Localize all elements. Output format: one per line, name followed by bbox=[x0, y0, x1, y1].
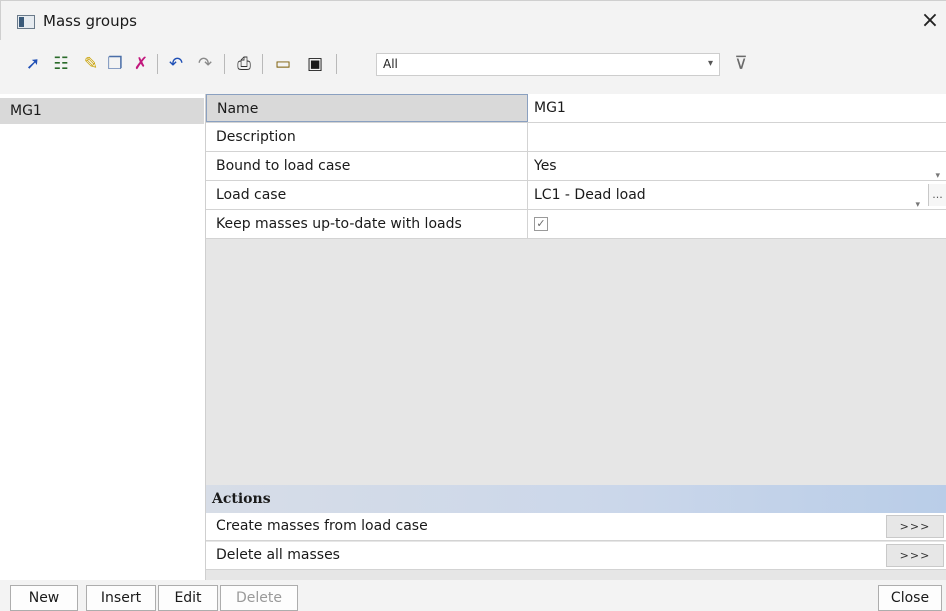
copy-icon[interactable]: ❐ bbox=[104, 53, 126, 75]
action-label: Create masses from load case bbox=[216, 518, 428, 534]
property-row-loadcase[interactable]: Load case LC1 - Dead load ▾ ... bbox=[206, 181, 946, 210]
print-icon[interactable]: ⎙ bbox=[233, 53, 255, 75]
property-label: Description bbox=[206, 123, 528, 151]
undo-icon[interactable]: ↶ bbox=[165, 53, 187, 75]
browse-button[interactable]: ... bbox=[928, 184, 946, 206]
property-label: Load case bbox=[206, 181, 528, 209]
open-folder-icon[interactable]: ▭ bbox=[272, 53, 294, 75]
list-item[interactable]: MG1 bbox=[0, 98, 204, 124]
toolbar: ➚ ☷ ✎ ❐ ✗ ↶ ↷ ⎙ ▭ ▣ All ▾ ⊽ bbox=[0, 40, 946, 94]
title-bar: Mass groups × bbox=[0, 0, 946, 40]
new-item-icon[interactable]: ➚ bbox=[22, 53, 44, 75]
filter-dropdown[interactable]: All ▾ bbox=[376, 53, 720, 76]
toolbar-separator bbox=[262, 54, 263, 74]
mass-group-list: MG1 bbox=[0, 94, 206, 580]
new-button[interactable]: New bbox=[10, 585, 78, 611]
bottom-button-bar: New Insert Edit Delete Close bbox=[0, 580, 946, 611]
bound-value: Yes bbox=[534, 158, 557, 174]
properties-panel: Name MG1 Description Bound to load case … bbox=[206, 94, 946, 580]
action-row-delete-masses: Delete all masses >>> bbox=[206, 542, 946, 570]
property-row-name[interactable]: Name MG1 bbox=[206, 94, 946, 123]
columns-icon[interactable]: ☷ bbox=[50, 53, 72, 75]
loadcase-value: LC1 - Dead load bbox=[534, 187, 646, 203]
chevron-down-icon: ▾ bbox=[707, 58, 713, 69]
delete-icon[interactable]: ✗ bbox=[130, 53, 152, 75]
action-label: Delete all masses bbox=[216, 547, 340, 563]
keep-masses-cell: ✓ bbox=[528, 210, 946, 238]
insert-button[interactable]: Insert bbox=[86, 585, 156, 611]
filter-icon[interactable]: ⊽ bbox=[730, 52, 752, 76]
property-label: Name bbox=[206, 94, 528, 122]
property-row-bound[interactable]: Bound to load case Yes ▾ bbox=[206, 152, 946, 181]
save-icon[interactable]: ▣ bbox=[304, 53, 326, 75]
name-field[interactable]: MG1 bbox=[528, 94, 946, 122]
toolbar-separator bbox=[224, 54, 225, 74]
filter-value: All bbox=[383, 57, 398, 71]
property-row-keep-masses[interactable]: Keep masses up-to-date with loads ✓ bbox=[206, 210, 946, 239]
bound-dropdown[interactable]: Yes ▾ bbox=[528, 152, 946, 181]
window-title: Mass groups bbox=[43, 12, 137, 30]
toolbar-separator bbox=[157, 54, 158, 74]
create-masses-button[interactable]: >>> bbox=[886, 515, 944, 538]
edit-icon[interactable]: ✎ bbox=[80, 53, 102, 75]
close-button[interactable]: Close bbox=[878, 585, 942, 611]
property-label: Bound to load case bbox=[206, 152, 528, 180]
description-field[interactable] bbox=[528, 123, 946, 151]
action-row-create-masses: Create masses from load case >>> bbox=[206, 513, 946, 541]
toolbar-separator bbox=[336, 54, 337, 74]
property-label: Keep masses up-to-date with loads bbox=[206, 210, 528, 238]
loadcase-dropdown[interactable]: LC1 - Dead load ▾ ... bbox=[528, 181, 946, 210]
keep-masses-checkbox[interactable]: ✓ bbox=[534, 217, 548, 231]
actions-header: Actions bbox=[206, 485, 946, 513]
window-app-icon bbox=[17, 15, 35, 29]
property-row-description[interactable]: Description bbox=[206, 123, 946, 152]
close-window-button[interactable]: × bbox=[914, 5, 946, 37]
redo-icon[interactable]: ↷ bbox=[194, 53, 216, 75]
delete-button[interactable]: Delete bbox=[220, 585, 298, 611]
delete-all-masses-button[interactable]: >>> bbox=[886, 544, 944, 567]
edit-button[interactable]: Edit bbox=[158, 585, 218, 611]
